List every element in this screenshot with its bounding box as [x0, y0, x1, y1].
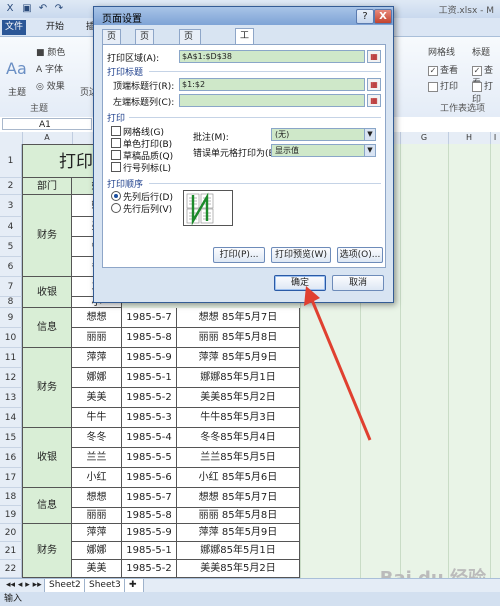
annotation-arrow: [304, 286, 372, 441]
